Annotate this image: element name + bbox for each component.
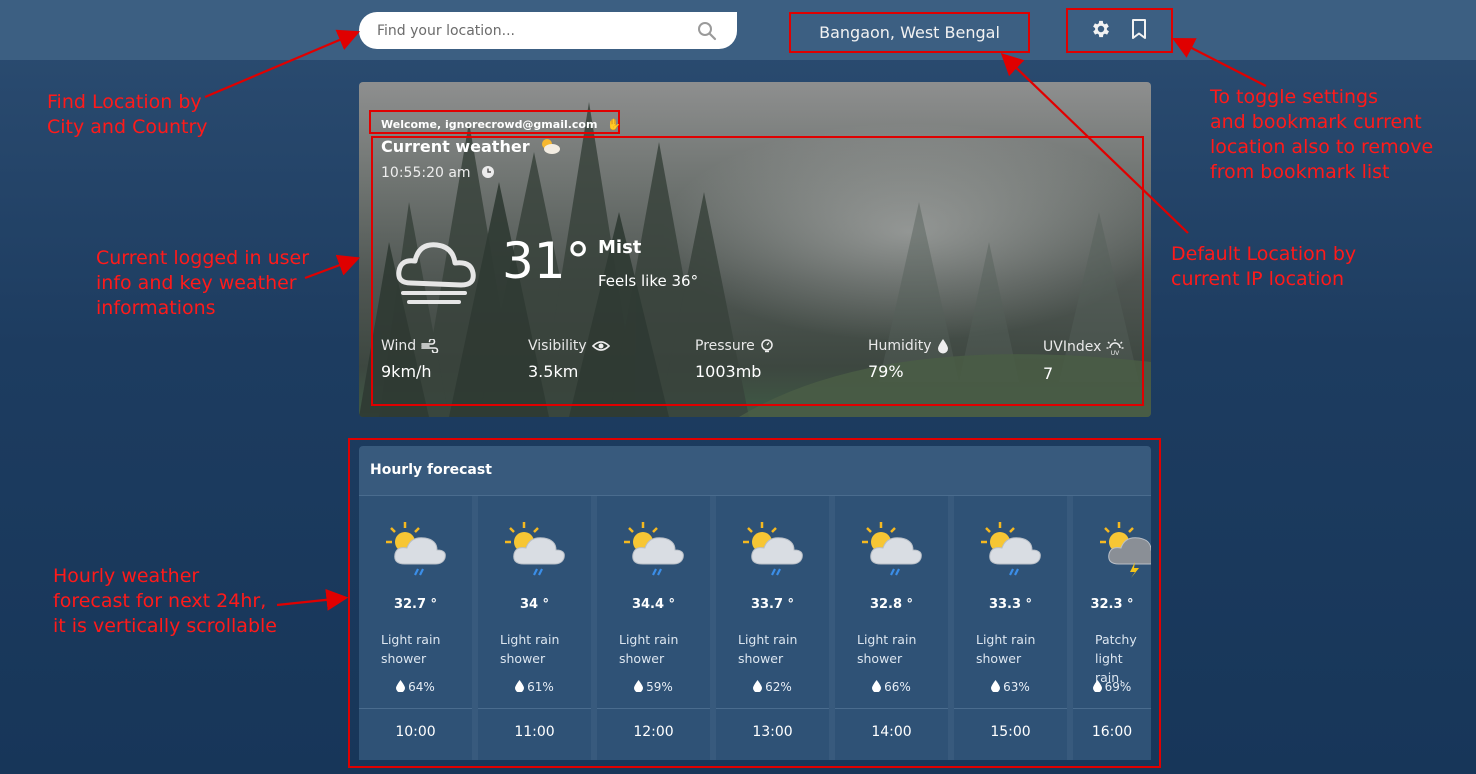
annotation-toggle-settings: To toggle settings and bookmark current … [1210,86,1434,183]
annotation-find-location: Find Location by City and Country [47,91,208,138]
annotation-default-location: Default Location by current IP location [1171,243,1357,290]
annotation-hourly: Hourly weather forecast for next 24hr, i… [53,565,277,637]
annotation-user-info: Current logged in user info and key weat… [96,247,310,319]
